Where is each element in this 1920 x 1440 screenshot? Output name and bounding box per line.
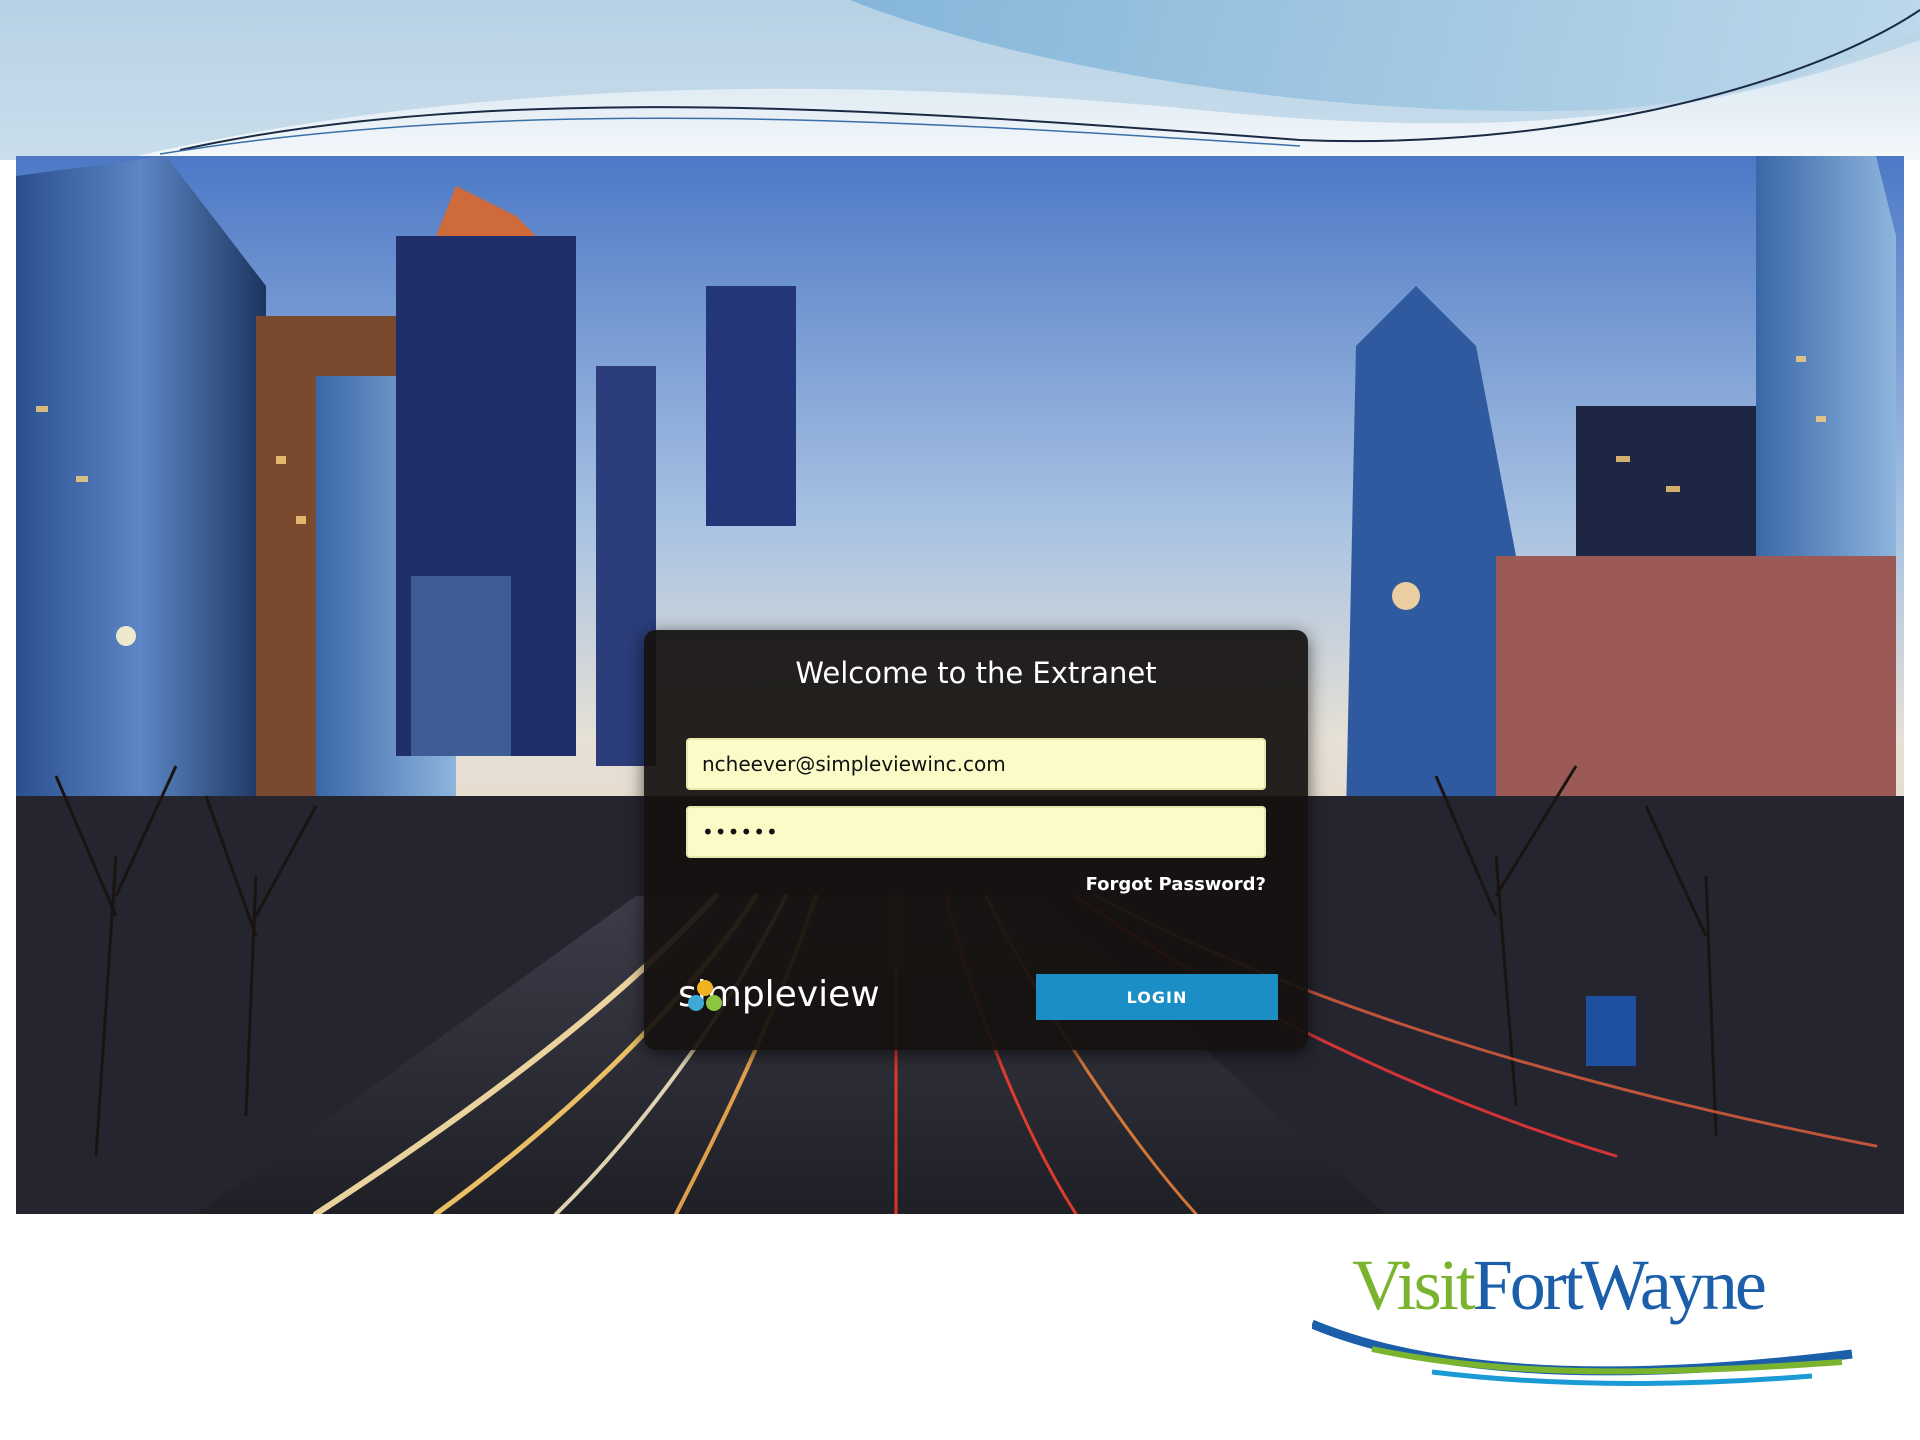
city-background-image: Welcome to the Extranet Forgot Password?… xyxy=(16,156,1904,1214)
login-title: Welcome to the Extranet xyxy=(795,656,1157,690)
forgot-password-link[interactable]: Forgot Password? xyxy=(1086,874,1266,895)
simpleview-tri-icon xyxy=(688,980,722,1011)
password-field[interactable] xyxy=(686,806,1266,858)
email-field[interactable] xyxy=(686,738,1266,790)
login-button[interactable]: LOGIN xyxy=(1036,974,1278,1020)
header-swoosh-decoration xyxy=(0,0,1920,160)
wave-swoosh-icon xyxy=(1312,1319,1853,1386)
login-dialog: Welcome to the Extranet Forgot Password?… xyxy=(644,630,1308,1050)
simpleview-logo: simpleview xyxy=(678,972,880,1016)
visit-fort-wayne-logo: VisitFortWayne xyxy=(1312,1244,1862,1394)
